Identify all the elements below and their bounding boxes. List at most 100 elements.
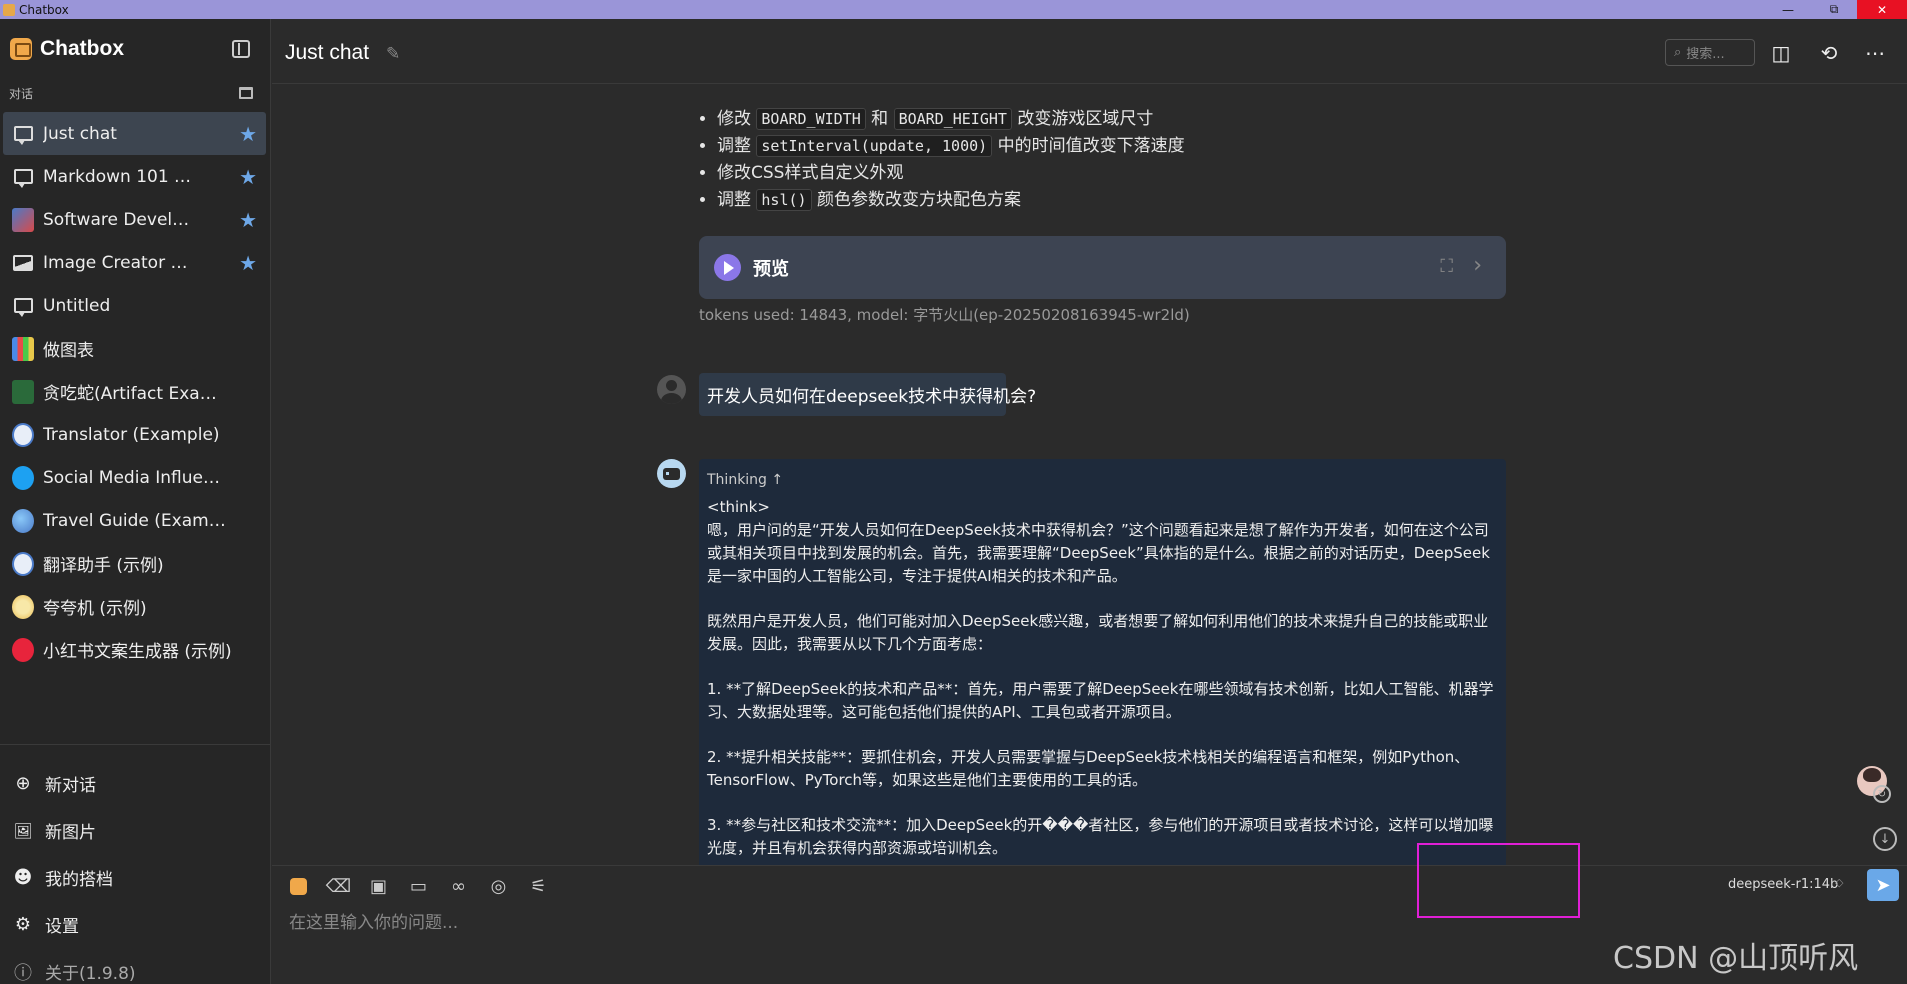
- chat-item-label: Software Developer (Example): [43, 209, 193, 230]
- chat-header: Just chat ✎ ⌕ 搜索... ◫ ⟲ ⋯: [272, 19, 1907, 84]
- twitter-avatar-icon: [12, 465, 34, 490]
- nav-label: 我的搭档: [45, 870, 113, 890]
- chat-item-label: 做图表: [43, 341, 94, 361]
- chat-item[interactable]: 做图表: [3, 327, 266, 370]
- chat-item-label: Travel Guide (Example): [43, 510, 233, 531]
- chatbox-logo-icon: [10, 38, 32, 60]
- new-chat-button[interactable]: ⊕ 新对话: [13, 760, 263, 807]
- window-title: Chatbox: [19, 2, 69, 17]
- plus-circle-icon: ⊕: [15, 773, 31, 794]
- chat-item[interactable]: Image Creator (Example) ★: [3, 241, 266, 284]
- minimize-button[interactable]: —: [1765, 0, 1811, 19]
- preview-label: 预览: [753, 258, 789, 280]
- list-item: 修改 BOARD_WIDTH 和 BOARD_HEIGHT 改变游戏区域尺寸: [717, 106, 1185, 133]
- chat-item-label: 夸夸机 (示例): [43, 599, 147, 619]
- globe-icon[interactable]: ◎: [487, 875, 510, 898]
- preview-card[interactable]: 预览 ⛶ ›: [699, 236, 1506, 299]
- new-image-button[interactable]: 🖼 新图片: [13, 807, 263, 854]
- send-icon: ➤: [1875, 874, 1891, 896]
- settings-button[interactable]: ⚙ 设置: [13, 901, 263, 948]
- chat-item-label: Image Creator (Example): [43, 252, 193, 273]
- chat-item[interactable]: 夸夸机 (示例): [3, 585, 266, 628]
- star-icon[interactable]: ★: [239, 122, 257, 146]
- chat-item[interactable]: Social Media Influencer (Example): [3, 456, 266, 499]
- message-input[interactable]: [289, 910, 1589, 936]
- model-arrow-icon[interactable]: ◇: [1835, 876, 1843, 889]
- search-input[interactable]: ⌕ 搜索...: [1665, 39, 1755, 66]
- thinking-paragraph: 嗯，用户问的是“开发人员如何在DeepSeek技术中获得机会？”这个问题看起来是…: [707, 521, 1490, 585]
- edit-icon[interactable]: ✎: [386, 44, 400, 64]
- model-highlight-box: [1417, 843, 1580, 918]
- split-view-icon[interactable]: ◫: [1769, 41, 1793, 65]
- thinking-paragraph: 3. **参与社区和技术交流**：加入DeepSeek的开���者社区，参与他们…: [707, 816, 1494, 857]
- star-icon[interactable]: ★: [239, 208, 257, 232]
- archive-icon[interactable]: [239, 87, 253, 99]
- gear-icon: ⚙: [14, 914, 32, 935]
- chat-item[interactable]: 翻译助手 (示例): [3, 542, 266, 585]
- translator-avatar-icon: [12, 422, 34, 447]
- chatbox-logo-icon[interactable]: [287, 875, 310, 898]
- brand: Chatbox: [10, 37, 124, 61]
- chat-item-label: Markdown 101 (Example): [43, 166, 193, 187]
- brand-name: Chatbox: [40, 37, 124, 60]
- model-selector[interactable]: deepseek-r1:14b: [1728, 877, 1838, 892]
- tokens-info: tokens used: 14843, model: 字节火山(ep-20250…: [699, 306, 1190, 324]
- section-label: 对话: [9, 87, 34, 101]
- chat-item-label: 小红书文案生成器 (示例): [43, 642, 232, 662]
- close-button[interactable]: ✕: [1857, 0, 1907, 19]
- message-list: 修改 BOARD_WIDTH 和 BOARD_HEIGHT 改变游戏区域尺寸 调…: [272, 85, 1907, 865]
- star-icon[interactable]: ★: [239, 251, 257, 275]
- thinking-toggle[interactable]: Thinking ↑: [707, 469, 1498, 492]
- xiaohongshu-avatar-icon: [12, 637, 34, 662]
- my-partners-button[interactable]: ☻ 我的搭档: [13, 854, 263, 901]
- thinking-paragraph: 既然用户是开发人员，他们可能对加入DeepSeek感兴趣，或者想要了解如何利用他…: [707, 612, 1489, 653]
- chat-item[interactable]: Just chat ★: [3, 112, 266, 155]
- robot-avatar-icon: [657, 459, 686, 488]
- fullscreen-icon[interactable]: ⛶: [1440, 256, 1453, 277]
- image-icon[interactable]: ▣: [367, 875, 390, 898]
- developer-avatar-icon: [12, 207, 34, 232]
- more-icon[interactable]: ⋯: [1863, 41, 1887, 65]
- star-icon[interactable]: ★: [239, 165, 257, 189]
- chat-item[interactable]: Untitled: [3, 284, 266, 327]
- page-title: Just chat: [285, 41, 370, 64]
- chat-item[interactable]: Software Developer (Example) ★: [3, 198, 266, 241]
- chat-item[interactable]: 小红书文案生成器 (示例): [3, 628, 266, 671]
- input-toolbar: ⌫ ▣ ▭ ∞ ◎ ⚟: [287, 875, 550, 898]
- nav-label: 设置: [45, 917, 79, 937]
- chat-item[interactable]: 贪吃蛇(Artifact Example): [3, 370, 266, 413]
- sidebar-divider: [0, 744, 270, 745]
- chat-item-label: Translator (Example): [43, 424, 220, 445]
- chevron-right-icon[interactable]: ›: [1473, 253, 1482, 278]
- scroll-down-icon[interactable]: ↓: [1873, 827, 1897, 851]
- link-icon[interactable]: ∞: [447, 875, 470, 898]
- bottom-nav: ⊕ 新对话 🖼 新图片 ☻ 我的搭档 ⚙ 设置 ⓘ 关于(1.9.8): [13, 760, 263, 984]
- globe-avatar-icon: [12, 508, 34, 533]
- chat-bubble-icon: [12, 166, 34, 188]
- chat-item[interactable]: Markdown 101 (Example) ★: [3, 155, 266, 198]
- image-icon: [12, 252, 34, 274]
- settings-sliders-icon[interactable]: ⚟: [527, 875, 550, 898]
- chat-item[interactable]: Translator (Example): [3, 413, 266, 456]
- thinking-paragraph: 1. **了解DeepSeek的技术和产品**：首先，用户需要了解DeepSee…: [707, 680, 1494, 721]
- chat-list: Just chat ★ Markdown 101 (Example) ★ Sof…: [3, 112, 266, 671]
- search-icon: ⌕: [1674, 45, 1682, 60]
- history-icon[interactable]: ⟲: [1817, 41, 1841, 65]
- sidebar: Chatbox 对话 Just chat ★ Markdown 101 (Exa…: [0, 19, 271, 984]
- folder-icon[interactable]: ▭: [407, 875, 430, 898]
- eraser-icon[interactable]: ⌫: [326, 875, 351, 898]
- refresh-icon[interactable]: ↻: [1873, 785, 1891, 803]
- play-icon: [714, 254, 741, 281]
- robot-icon: ☻: [13, 867, 33, 888]
- window-controls: — ⧉ ✕: [1765, 0, 1907, 19]
- app-icon: [3, 3, 15, 16]
- search-placeholder: 搜索...: [1686, 47, 1725, 62]
- chat-item[interactable]: Travel Guide (Example): [3, 499, 266, 542]
- assistant-bullet-list: 修改 BOARD_WIDTH 和 BOARD_HEIGHT 改变游戏区域尺寸 调…: [699, 106, 1185, 214]
- maximize-button[interactable]: ⧉: [1811, 0, 1857, 19]
- send-button[interactable]: ➤: [1867, 869, 1899, 901]
- collapse-sidebar-icon[interactable]: [232, 40, 250, 58]
- nav-label: 关于(1.9.8): [45, 964, 136, 984]
- nav-label: 新图片: [45, 823, 96, 843]
- about-button[interactable]: ⓘ 关于(1.9.8): [13, 948, 263, 984]
